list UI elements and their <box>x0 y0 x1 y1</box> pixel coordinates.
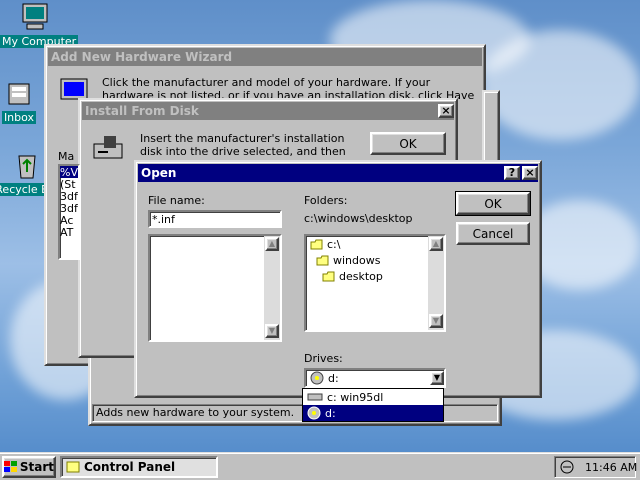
start-label: Start <box>19 460 54 474</box>
cancel-button[interactable]: Cancel <box>456 222 530 245</box>
file-name-label: File name: <box>148 194 205 207</box>
wizard-titlebar[interactable]: Add New Hardware Wizard <box>48 48 482 66</box>
open-folder-icon <box>310 239 323 249</box>
cd-drive-icon <box>307 406 321 420</box>
open-dialog-title: Open <box>141 166 177 180</box>
help-button[interactable]: ? <box>504 166 520 180</box>
open-dialog-titlebar[interactable]: Open <box>138 164 538 182</box>
drives-dropdown-list[interactable]: c: win95dl d: <box>302 388 444 422</box>
drive-option-selected[interactable]: d: <box>303 405 443 421</box>
file-name-input[interactable] <box>148 210 282 228</box>
folder-item[interactable]: desktop <box>322 270 383 283</box>
desktop-icon-label: Inbox <box>1 111 37 124</box>
drives-select[interactable]: d: ▼ <box>304 368 446 388</box>
scroll-down-button[interactable]: ▼ <box>265 324 279 338</box>
drive-option[interactable]: c: win95dl <box>303 389 443 405</box>
recycle-bin-icon <box>18 155 36 179</box>
scroll-up-button[interactable]: ▲ <box>429 237 443 251</box>
open-dialog: Open ? × File name: ▲ ▼ Folders: c:\wind… <box>134 160 542 398</box>
list-item[interactable]: 3df <box>60 190 78 203</box>
drives-label: Drives: <box>304 352 343 365</box>
install-disk-titlebar[interactable]: Install From Disk <box>82 102 454 120</box>
folder-item[interactable]: c:\ <box>310 238 340 251</box>
cd-drive-icon <box>310 371 324 385</box>
scroll-up-button[interactable]: ▲ <box>265 237 279 251</box>
close-button[interactable]: × <box>522 166 538 180</box>
chevron-down-icon[interactable]: ▼ <box>430 371 444 385</box>
status-text: Adds new hardware to your system. <box>96 406 295 419</box>
folder-item[interactable]: windows <box>316 254 380 267</box>
open-folder-icon <box>322 271 335 281</box>
disk-drive-icon <box>93 136 123 159</box>
control-panel-icon <box>66 461 80 473</box>
install-disk-close-button[interactable]: × <box>438 104 454 118</box>
network-icon <box>560 460 574 474</box>
folders-label: Folders: <box>304 194 348 207</box>
file-list-scrollbar[interactable]: ▲ ▼ <box>264 236 280 340</box>
task-label: Control Panel <box>84 460 176 474</box>
clock[interactable]: 11:46 AM <box>585 461 637 474</box>
list-item[interactable]: Ac <box>60 214 78 227</box>
start-button[interactable]: Start <box>2 456 56 478</box>
list-item[interactable]: AT <box>60 226 78 239</box>
file-list[interactable] <box>148 234 282 342</box>
desktop-icon-my-computer[interactable]: My Computer <box>0 2 79 48</box>
inbox-icon <box>8 83 30 105</box>
ok-button[interactable]: OK <box>455 191 531 216</box>
taskbar: Start Control Panel 11:46 AM <box>0 452 640 480</box>
manufacturers-label: Ma <box>58 150 75 163</box>
hard-drive-icon <box>307 393 323 401</box>
manufacturers-list[interactable]: %V (St 3df 3df Ac AT <box>58 164 80 260</box>
scroll-down-button[interactable]: ▼ <box>429 314 443 328</box>
windows-logo-icon <box>4 461 17 472</box>
wizard-title: Add New Hardware Wizard <box>51 50 233 64</box>
task-button-control-panel[interactable]: Control Panel <box>60 456 218 478</box>
open-folder-icon <box>316 255 329 265</box>
folder-tree-scrollbar[interactable]: ▲ ▼ <box>428 236 444 330</box>
selected-drive: d: <box>328 371 339 385</box>
install-disk-title: Install From Disk <box>85 104 199 118</box>
my-computer-icon <box>22 3 48 30</box>
current-path: c:\windows\desktop <box>304 212 413 225</box>
list-item[interactable]: %V <box>60 166 78 179</box>
folder-tree[interactable]: c:\ windows desktop <box>304 234 446 332</box>
system-tray: 11:46 AM <box>554 456 637 478</box>
install-disk-ok-button[interactable]: OK <box>370 132 446 155</box>
list-item[interactable]: 3df <box>60 202 78 215</box>
list-item[interactable]: (St <box>60 178 78 191</box>
